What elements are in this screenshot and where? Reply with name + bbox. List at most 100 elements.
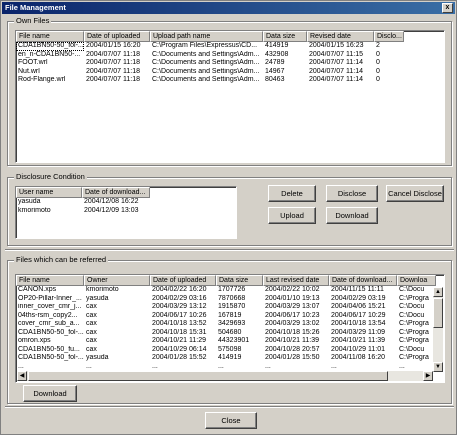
table-row[interactable]: 04ths-rsm_copy2... cax 2004/06/17 10:26 167… — [16, 312, 444, 321]
table-row[interactable]: CDA1BN50-50_fol-... cax 2004/10/18 15:31 50… — [16, 329, 444, 338]
file-management-window: File Management x Own Files File name Da… — [0, 0, 457, 435]
table-cell: 2004/07/07 11:18 — [86, 76, 140, 83]
table-cell: 2004/01/15 16:23 — [309, 42, 364, 49]
table-row[interactable]: Rod-Flange.wrl 2004/07/07 11:18 C:\Documen… — [16, 76, 444, 85]
column-header[interactable]: File name — [16, 275, 84, 286]
scroll-right-icon[interactable]: ▶ — [423, 371, 433, 381]
table-cell: 2004/01/15 16:20 — [86, 42, 141, 49]
table-row[interactable]: cover_cmr_sub_a... cax 2004/10/18 13:52 342… — [16, 320, 444, 329]
table-row[interactable]: OP20-Pillar-Inner_... yasuda 2004/02/29 03… — [16, 295, 444, 304]
table-cell: 0 — [376, 59, 380, 66]
table-cell: C:\Documents and Settings\Adm... — [152, 67, 260, 75]
column-header[interactable]: Owner — [84, 275, 150, 286]
divider — [5, 406, 454, 408]
own-files-header: File name Date of uploaded Upload path n… — [16, 31, 444, 42]
table-cell: cax — [86, 303, 97, 310]
table-cell: kmorimoto — [86, 286, 119, 293]
referred-files-label: Files which can be referred — [14, 255, 109, 265]
close-button[interactable]: Close — [205, 412, 257, 429]
table-cell: en_n-CDA1BN50-... — [18, 50, 81, 58]
window-title: File Management — [5, 3, 66, 12]
table-row[interactable]: en_n-CDA1BN50-... 2004/07/07 11:18 C:\Docu… — [16, 51, 444, 60]
download-referred-button[interactable]: Download — [23, 385, 77, 402]
download-own-button[interactable]: Download — [326, 207, 378, 224]
table-row[interactable]: CDA1BN50-50_fol-... 2004/01/15 16:20 C:\Pr… — [16, 42, 444, 51]
table-cell: inner_cover_cmr_j... — [18, 303, 82, 310]
table-row[interactable]: ..................... — [16, 363, 444, 372]
table-cell: 167819 — [218, 311, 242, 319]
table-row[interactable]: CANON.xps kmorimoto 2004/02/22 16:20 170772… — [16, 286, 444, 295]
table-cell: Nut.wrl — [18, 67, 40, 75]
table-cell: C:\Progra — [399, 337, 429, 344]
scroll-down-icon[interactable]: ▼ — [433, 362, 443, 372]
cancel-disclose-button[interactable]: Cancel Disclose — [386, 185, 444, 202]
referred-files-list[interactable]: File name Owner Date of uploaded Data si… — [15, 274, 445, 383]
table-cell: 2004/10/18 15:31 — [152, 328, 207, 336]
column-header[interactable]: Date of download... — [329, 275, 397, 286]
table-cell: yasuda — [18, 198, 41, 205]
column-header[interactable]: Upload path name — [150, 31, 263, 42]
referred-header: File name Owner Date of uploaded Data si… — [16, 275, 444, 286]
table-cell: 2004/11/08 16:20 — [331, 354, 385, 361]
table-cell: CDA1BN50-50_fol-... — [18, 354, 84, 361]
column-header[interactable]: Date of uploaded — [150, 275, 216, 286]
upload-button[interactable]: Upload — [268, 207, 316, 224]
column-header[interactable]: Last revised date — [263, 275, 329, 286]
table-row[interactable]: yasuda 2004/12/08 16:22 — [16, 198, 236, 207]
divider — [5, 249, 454, 251]
table-cell: 2004/06/17 10:26 — [152, 311, 207, 319]
table-row[interactable]: inner_cover_cmr_j... cax 2004/03/29 13:12 1… — [16, 303, 444, 312]
scroll-thumb[interactable] — [433, 298, 443, 328]
column-header[interactable]: Revised date — [307, 31, 374, 42]
table-cell: 2004/07/07 11:14 — [309, 59, 363, 66]
table-cell: 2004/10/18 15:26 — [265, 328, 320, 336]
table-row[interactable]: kmorimoto 2004/12/09 13:03 — [16, 207, 236, 216]
table-cell: C:\Documents and Settings\Adm... — [152, 50, 260, 58]
table-cell: 2004/02/29 03:19 — [331, 294, 386, 302]
disclosure-list[interactable]: User name Date of download... yasuda 2004… — [15, 186, 237, 239]
table-cell: ... — [18, 362, 24, 370]
column-header[interactable]: Date of uploaded — [84, 31, 150, 42]
hscroll-thumb[interactable] — [28, 371, 388, 381]
column-header[interactable]: Disclo... — [374, 31, 404, 42]
scroll-up-icon[interactable]: ▲ — [433, 287, 443, 297]
table-cell: CDA1BN50-50_fol-... — [16, 42, 84, 51]
table-row[interactable]: Nut.wrl 2004/07/07 11:18 C:\Documents and … — [16, 68, 444, 77]
table-cell: 2004/03/29 13:02 — [265, 320, 320, 327]
vertical-scrollbar[interactable]: ▲ ▼ — [433, 287, 443, 372]
column-header[interactable]: Date of download... — [82, 187, 150, 198]
delete-button[interactable]: Delete — [268, 185, 316, 202]
table-cell: 2004/03/29 13:07 — [265, 303, 320, 310]
table-cell: 2004/07/07 11:18 — [86, 67, 140, 75]
table-cell: C:\Documents and Settings\Adm... — [152, 59, 260, 66]
own-files-list[interactable]: File name Date of uploaded Upload path n… — [15, 30, 445, 163]
column-header[interactable]: File name — [16, 31, 84, 42]
table-cell: C:\Docu — [399, 345, 425, 353]
column-header[interactable]: Downloa — [397, 275, 436, 286]
table-row[interactable]: CDA1BN50-50_fol-... yasuda 2004/01/28 15:5… — [16, 354, 444, 363]
table-cell: 2004/02/22 10:02 — [265, 286, 320, 293]
table-row[interactable]: omron.xps cax 2004/10/21 11:29 44323901 2004… — [16, 337, 444, 346]
horizontal-scrollbar[interactable]: ◀ ▶ — [17, 371, 433, 381]
table-cell: 414919 — [265, 42, 289, 49]
table-cell: 2004/07/07 11:18 — [86, 50, 140, 58]
disclose-button[interactable]: Disclose — [326, 185, 378, 202]
column-header[interactable]: User name — [16, 187, 82, 198]
table-cell: C:\Docu — [399, 286, 425, 293]
table-cell: 14967 — [265, 67, 285, 75]
window-close-button[interactable]: x — [442, 3, 453, 13]
table-cell: cax — [86, 328, 97, 336]
column-header[interactable]: Data size — [216, 275, 263, 286]
table-cell: 2004/10/18 13:52 — [152, 320, 207, 327]
table-row[interactable]: FOOT.wrl 2004/07/07 11:18 C:\Documents and… — [16, 59, 444, 68]
scroll-left-icon[interactable]: ◀ — [17, 371, 27, 381]
table-cell: 2004/11/15 11:11 — [331, 286, 384, 293]
table-cell: ... — [86, 362, 92, 370]
title-bar: File Management x — [2, 2, 455, 14]
column-header[interactable]: Data size — [263, 31, 307, 42]
table-cell: ... — [152, 362, 158, 370]
table-row[interactable]: CDA1BN50-50_fu... cax 2004/10/29 06:14 5750… — [16, 346, 444, 355]
table-cell: 1915870 — [218, 303, 246, 310]
table-cell: FOOT.wrl — [18, 59, 48, 66]
table-cell: 432908 — [265, 50, 289, 58]
